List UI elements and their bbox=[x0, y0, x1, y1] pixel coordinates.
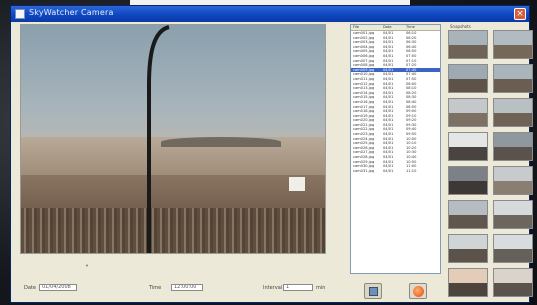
thumbnail-sky bbox=[449, 31, 487, 45]
date-field[interactable]: 01/04/2008 bbox=[39, 284, 77, 291]
thumbnail-ground bbox=[494, 78, 532, 92]
app-icon bbox=[15, 9, 25, 19]
stop-icon bbox=[413, 286, 424, 297]
thumbnail-sky bbox=[494, 235, 532, 249]
thumbnail[interactable] bbox=[448, 234, 488, 263]
thumbnail-ground bbox=[494, 180, 532, 194]
interval-field[interactable]: 1 bbox=[283, 284, 313, 291]
thumbnail-ground bbox=[494, 44, 532, 58]
preview-treeline bbox=[161, 137, 281, 147]
thumbnail-sky bbox=[494, 31, 532, 45]
thumbnail-ground bbox=[449, 248, 487, 262]
thumbnail[interactable] bbox=[448, 268, 488, 297]
interval-unit: min bbox=[316, 285, 326, 291]
thumbnail-ground bbox=[449, 78, 487, 92]
window-title: SkyWatcher Camera bbox=[29, 8, 114, 17]
thumbnail-ground bbox=[449, 282, 487, 296]
thumbnail-sky bbox=[449, 269, 487, 283]
thumbnail[interactable] bbox=[493, 268, 533, 297]
video-preview bbox=[20, 24, 326, 254]
thumbnail-ground bbox=[494, 146, 532, 160]
date-label: Date bbox=[24, 285, 36, 291]
list-header-file: File bbox=[353, 25, 360, 29]
thumbnail-ground bbox=[449, 44, 487, 58]
thumbnail[interactable] bbox=[493, 98, 533, 127]
save-button[interactable] bbox=[364, 283, 382, 299]
thumbnail[interactable] bbox=[493, 132, 533, 161]
list-header-date: Date bbox=[383, 25, 392, 29]
thumbnail[interactable] bbox=[493, 166, 533, 195]
time-field[interactable]: 12:00:00 bbox=[171, 284, 203, 291]
app-window: SkyWatcher Camera × ˅ Date 01/04/2008 Ti… bbox=[10, 5, 533, 303]
list-item[interactable]: cam031.jpg 04/01 11:10 bbox=[351, 169, 440, 174]
preview-house bbox=[289, 177, 305, 191]
interval-label: Interval bbox=[263, 285, 283, 291]
thumbnail-sky bbox=[494, 201, 532, 215]
list-item-cell: 11:10 bbox=[406, 168, 417, 173]
title-bar[interactable]: SkyWatcher Camera × bbox=[11, 6, 529, 22]
thumbnail[interactable] bbox=[448, 200, 488, 229]
thumbnail-ground bbox=[449, 112, 487, 126]
preview-lamp-pole bbox=[147, 25, 170, 253]
thumbnails-label: Snapshots bbox=[450, 24, 471, 29]
thumbnail-ground bbox=[494, 112, 532, 126]
thumbnail[interactable] bbox=[448, 132, 488, 161]
cursor-mark: ˅ bbox=[85, 264, 89, 273]
thumbnail[interactable] bbox=[448, 166, 488, 195]
thumbnail-sky bbox=[449, 167, 487, 181]
list-item-cell: 04/01 bbox=[383, 168, 394, 173]
thumbnail[interactable] bbox=[493, 64, 533, 93]
thumbnail-sky bbox=[494, 133, 532, 147]
thumbnail-sky bbox=[449, 133, 487, 147]
thumbnail[interactable] bbox=[493, 30, 533, 59]
thumbnail-ground bbox=[494, 248, 532, 262]
thumbnail[interactable] bbox=[448, 64, 488, 93]
time-label: Time bbox=[149, 285, 162, 291]
thumbnail-sky bbox=[449, 99, 487, 113]
thumbnail-ground bbox=[449, 214, 487, 228]
stop-button[interactable] bbox=[409, 283, 427, 299]
thumbnail-sky bbox=[494, 167, 532, 181]
thumbnail-sky bbox=[494, 65, 532, 79]
list-header-time: Time bbox=[406, 25, 415, 29]
thumbnail-ground bbox=[494, 214, 532, 228]
recordings-list[interactable]: File Date Time cam001.jpg 04/01 06:10 cam00… bbox=[350, 24, 441, 274]
thumbnail[interactable] bbox=[493, 234, 533, 263]
thumbnail-sky bbox=[494, 269, 532, 283]
thumbnail-sky bbox=[449, 235, 487, 249]
thumbnail[interactable] bbox=[448, 30, 488, 59]
thumbnail[interactable] bbox=[448, 98, 488, 127]
thumbnail-grid bbox=[448, 30, 536, 302]
save-icon bbox=[369, 287, 378, 296]
thumbnail-ground bbox=[449, 146, 487, 160]
thumbnail-ground bbox=[449, 180, 487, 194]
thumbnail-sky bbox=[494, 99, 532, 113]
list-item-cell: cam031.jpg bbox=[353, 168, 375, 173]
thumbnail-ground bbox=[494, 282, 532, 296]
thumbnail-sky bbox=[449, 65, 487, 79]
thumbnail[interactable] bbox=[493, 200, 533, 229]
thumbnail-sky bbox=[449, 201, 487, 215]
close-button[interactable]: × bbox=[514, 8, 526, 20]
